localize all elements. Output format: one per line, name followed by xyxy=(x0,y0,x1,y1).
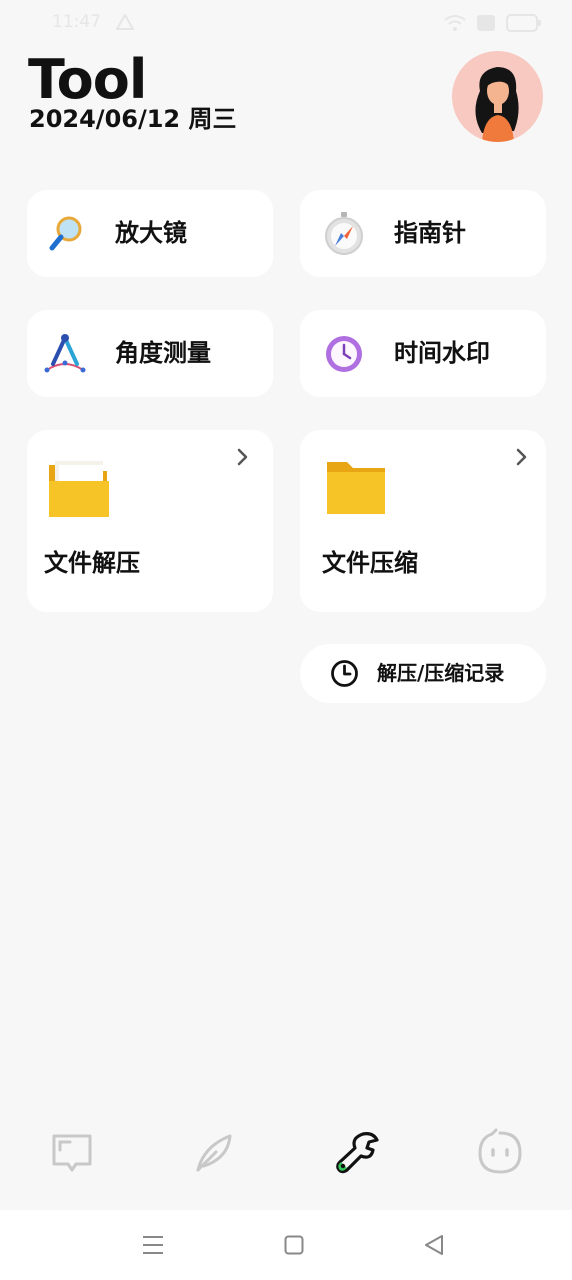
status-time: 11:47 xyxy=(52,12,101,32)
magnifier-card[interactable]: 放大镜 xyxy=(27,190,273,277)
magnifier-icon xyxy=(49,216,82,251)
clock-icon xyxy=(326,336,362,372)
status-indicators xyxy=(444,14,542,32)
protractor-icon xyxy=(44,334,86,373)
tab-feather[interactable] xyxy=(190,1128,238,1176)
battery-icon xyxy=(506,14,541,32)
record-label: 解压/压缩记录 xyxy=(377,661,505,685)
avatar-image xyxy=(475,67,519,142)
date-label: 2024/06/12 周三 xyxy=(29,105,237,133)
history-icon xyxy=(331,660,358,687)
bottom-tab-bar xyxy=(0,1110,572,1210)
system-nav-bar xyxy=(0,1210,572,1280)
unzip-card[interactable]: 文件解压 xyxy=(27,430,273,612)
magnifier-label: 放大镜 xyxy=(115,219,187,247)
tab-book[interactable] xyxy=(48,1128,96,1176)
status-bar: 11:47 xyxy=(0,0,572,50)
zip-label: 文件压缩 xyxy=(322,549,418,577)
home-icon[interactable] xyxy=(284,1235,304,1255)
angle-card[interactable]: 角度测量 xyxy=(27,310,273,397)
compass-icon xyxy=(325,212,363,255)
folder-icon xyxy=(327,462,385,514)
angle-label: 角度测量 xyxy=(115,339,211,367)
sim-icon xyxy=(477,15,495,31)
tab-tools[interactable] xyxy=(333,1128,381,1176)
wrench-icon xyxy=(336,1132,379,1174)
face-icon xyxy=(478,1128,522,1174)
wifi-icon xyxy=(444,15,466,31)
back-icon[interactable] xyxy=(424,1234,444,1256)
menu-icon[interactable] xyxy=(142,1235,164,1255)
open-folder-icon xyxy=(49,461,109,517)
warning-icon xyxy=(116,14,134,30)
chevron-right-icon xyxy=(237,448,248,466)
watermark-label: 时间水印 xyxy=(394,339,490,367)
unzip-label: 文件解压 xyxy=(44,549,140,577)
zip-card[interactable]: 文件压缩 xyxy=(300,430,546,612)
avatar[interactable] xyxy=(452,51,543,142)
compass-card[interactable]: 指南针 xyxy=(300,190,546,277)
book-icon xyxy=(52,1134,92,1172)
compass-label: 指南针 xyxy=(394,219,466,247)
feather-icon xyxy=(196,1134,232,1172)
page-title: Tool xyxy=(28,48,147,111)
record-button[interactable]: 解压/压缩记录 xyxy=(300,644,546,703)
tab-profile[interactable] xyxy=(476,1128,524,1176)
watermark-card[interactable]: 时间水印 xyxy=(300,310,546,397)
chevron-right-icon xyxy=(516,448,527,466)
